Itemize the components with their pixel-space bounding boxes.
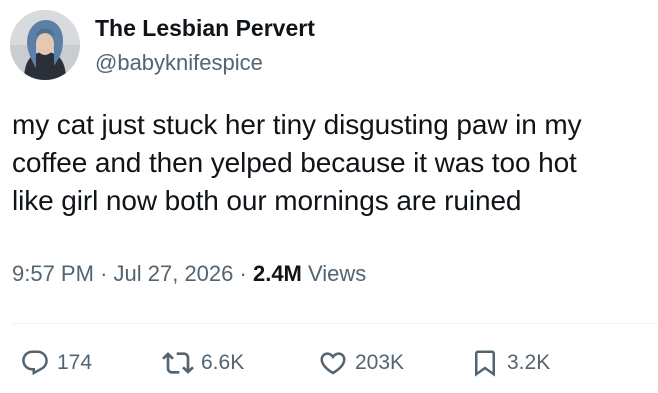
retweet-button[interactable]: 6.6K — [162, 345, 244, 381]
retweet-icon — [162, 347, 194, 379]
tweet-meta: 9:57 PM · Jul 27, 2026 · 2.4M Views — [12, 258, 366, 290]
heart-icon — [318, 348, 348, 378]
like-count: 203K — [355, 351, 405, 374]
bookmark-button[interactable]: 3.2K — [470, 345, 550, 381]
author-handle[interactable]: @babyknifespice — [95, 49, 315, 77]
tweet-text-line: like girl now both our mornings are ruin… — [12, 185, 522, 216]
tweet-date[interactable]: Jul 27, 2026 — [114, 261, 234, 286]
action-bar: 174 6.6K 203K 3.2K — [0, 345, 658, 381]
retweet-count: 6.6K — [201, 351, 245, 374]
like-button[interactable]: 203K — [318, 345, 404, 381]
reply-icon — [20, 348, 50, 378]
tweet-time[interactable]: 9:57 PM — [12, 261, 94, 286]
meta-separator: · — [239, 261, 253, 286]
tweet-text: my cat just stuck her tiny disgusting pa… — [12, 106, 652, 220]
tweet-text-line: my cat just stuck her tiny disgusting pa… — [12, 109, 582, 140]
author-names: The Lesbian Pervert @babyknifespice — [95, 14, 315, 77]
tweet-header: The Lesbian Pervert @babyknifespice — [10, 10, 315, 80]
reply-button[interactable]: 174 — [20, 345, 92, 381]
avatar-image — [10, 10, 80, 80]
tweet-card: The Lesbian Pervert @babyknifespice my c… — [0, 0, 658, 393]
bookmark-icon — [470, 348, 500, 378]
divider — [12, 323, 658, 324]
views-count: 2.4M — [252, 261, 302, 286]
avatar[interactable] — [10, 10, 80, 80]
bookmark-count: 3.2K — [507, 351, 551, 374]
meta-separator: · — [100, 261, 114, 286]
reply-count: 174 — [57, 351, 93, 374]
tweet-text-line: coffee and then yelped because it was to… — [12, 147, 577, 178]
author-display-name[interactable]: The Lesbian Pervert — [95, 14, 315, 42]
views-label: Views — [308, 261, 367, 286]
